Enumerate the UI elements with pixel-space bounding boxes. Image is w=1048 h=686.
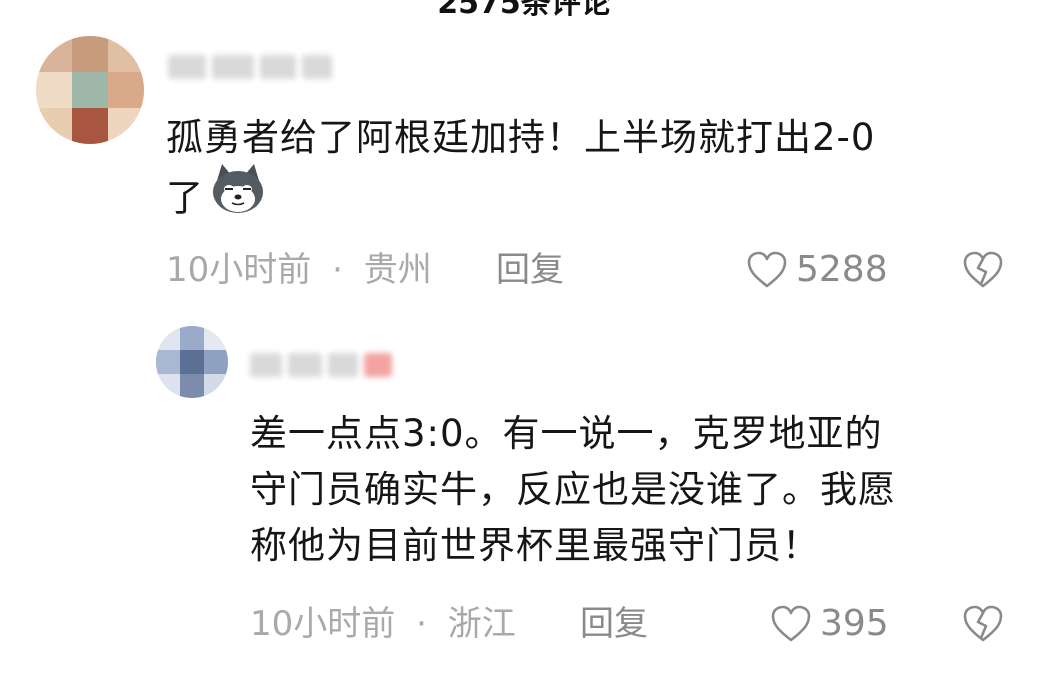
comment-line: 称他为目前世界杯里最强守门员！ [250,524,820,567]
avatar[interactable] [36,36,144,144]
comment-time: 10小时前 [166,250,312,290]
comment-count-title: 2575条评论 [437,0,611,21]
comment-meta: 10小时前 · 贵州 [166,250,432,290]
comment-time: 10小时前 [250,604,396,644]
reply-button[interactable]: 回复 [580,604,648,644]
like-count: 5288 [796,249,888,290]
comment-meta: 10小时前 · 浙江 [250,604,516,644]
separator-dot: · [416,604,427,644]
comment-line: 守门员确实牛，反应也是没谁了。我愿 [250,468,896,511]
comment-location: 贵州 [363,250,432,290]
username-blurred[interactable] [250,348,398,382]
like-count: 395 [820,603,889,644]
reply-button[interactable]: 回复 [496,250,564,290]
comment-location: 浙江 [447,604,516,644]
separator-dot: · [332,250,343,290]
heart-outline-icon[interactable] [746,250,788,290]
comment-line: 了 [166,164,1016,234]
username-blurred[interactable] [168,50,338,84]
comment-line: 差一点点3:0。有一说一，克罗地亚的 [250,412,883,455]
broken-heart-icon[interactable] [962,250,1004,290]
comment-text: 差一点点3:0。有一说一，克罗地亚的 守门员确实牛，反应也是没谁了。我愿 称他为… [250,406,1020,574]
avatar[interactable] [156,326,228,398]
comment-text: 孤勇者给了阿根廷加持！上半场就打出2-0 了 [166,110,1016,234]
husky-dog-emoji-icon [210,162,266,230]
heart-outline-icon[interactable] [770,604,812,644]
broken-heart-icon[interactable] [962,604,1004,644]
comment-line: 孤勇者给了阿根廷加持！上半场就打出2-0 [166,116,876,159]
